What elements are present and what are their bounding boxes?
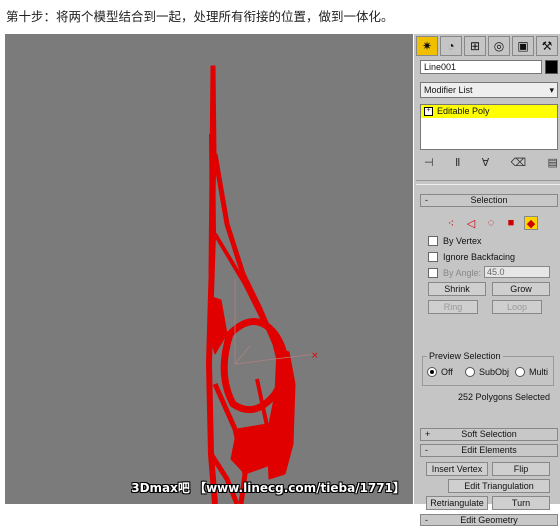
perspective-viewport[interactable]: × 3Dmax吧 【www.linecg.com/tieba/1771】 [5,34,413,504]
command-panel-tabs: ✷ ◔ ⊞ ◎ ▣ ⚒ [416,36,560,56]
shrink-button[interactable]: Shrink [428,282,486,296]
modify-tab-icon[interactable]: ◔ [440,36,462,56]
make-unique-icon[interactable]: ∀ [482,156,490,170]
edit-triangulation-button[interactable]: Edit Triangulation [448,479,550,493]
hierarchy-tab-icon[interactable]: ⊞ [464,36,486,56]
turn-button[interactable]: Turn [492,496,550,510]
flip-button[interactable]: Flip [492,462,550,476]
ring-button[interactable]: Ring [428,300,478,314]
edit-geometry-rollout-header[interactable]: - Edit Geometry [420,514,558,526]
preview-off-radio[interactable]: Off [427,367,453,377]
preview-multi-radio[interactable]: Multi [515,367,548,377]
object-color-swatch[interactable] [545,60,558,74]
soft-selection-rollout-header[interactable]: + Soft Selection [420,428,558,441]
command-panel: ✷ ◔ ⊞ ◎ ▣ ⚒ Line001 Modifier List ▾ + Ed… [414,34,560,526]
by-vertex-checkbox[interactable]: By Vertex [428,236,482,246]
preview-subobj-radio[interactable]: SubObj [465,367,509,377]
preview-selection-group: Preview Selection Off SubObj Multi [422,351,554,386]
red-model-mesh: × [206,65,319,504]
modifier-list-dropdown[interactable]: Modifier List ▾ [420,82,558,98]
configure-sets-icon[interactable]: ▤ [548,156,558,170]
object-name-field[interactable]: Line001 [420,60,542,74]
grow-button[interactable]: Grow [492,282,550,296]
insert-vertex-button[interactable]: Insert Vertex [426,462,488,476]
edge-icon[interactable]: ◁ [464,216,478,230]
modifier-stack: + Editable Poly [420,104,558,150]
stack-item-label: Editable Poly [437,106,490,116]
modifier-list-label: Modifier List [424,85,473,95]
loop-button[interactable]: Loop [492,300,542,314]
chevron-down-icon: ▾ [549,85,554,95]
divider [416,180,560,185]
remove-modifier-icon[interactable]: ⌫ [511,156,527,170]
pin-stack-icon[interactable]: ⊣ [424,156,434,170]
display-tab-icon[interactable]: ▣ [512,36,534,56]
subobject-level-icons: ⁖ ◁ ◌ ■ ◆ [444,216,538,230]
border-icon[interactable]: ◌ [484,216,498,230]
stack-toolbar: ⊣ Ⅱ ∀ ⌫ ▤ [424,156,558,170]
selection-rollout-header[interactable]: - Selection [420,194,558,207]
polygon-icon[interactable]: ■ [504,216,518,230]
create-tab-icon[interactable]: ✷ [416,36,438,56]
angle-spinner[interactable]: 45.0 [484,266,550,278]
edit-elements-rollout-header[interactable]: - Edit Elements [420,444,558,457]
preview-selection-title: Preview Selection [427,351,503,361]
svg-text:×: × [311,351,319,361]
stack-item-editable-poly[interactable]: + Editable Poly [421,105,557,118]
retriangulate-button[interactable]: Retriangulate [426,496,488,510]
vertex-icon[interactable]: ⁖ [444,216,458,230]
expand-icon[interactable]: + [424,107,433,116]
by-angle-checkbox[interactable]: By Angle: [428,268,481,278]
ignore-backfacing-checkbox[interactable]: Ignore Backfacing [428,252,515,262]
tutorial-caption: 第十步：将两个模型结合到一起，处理所有衔接的位置，做到一体化。 [6,9,394,24]
element-icon[interactable]: ◆ [524,216,538,230]
motion-tab-icon[interactable]: ◎ [488,36,510,56]
show-end-result-icon[interactable]: Ⅱ [455,156,460,170]
watermark: 3Dmax吧 【www.linecg.com/tieba/1771】 [131,481,405,495]
utilities-tab-icon[interactable]: ⚒ [536,36,558,56]
selection-status: 252 Polygons Selected [458,392,551,402]
